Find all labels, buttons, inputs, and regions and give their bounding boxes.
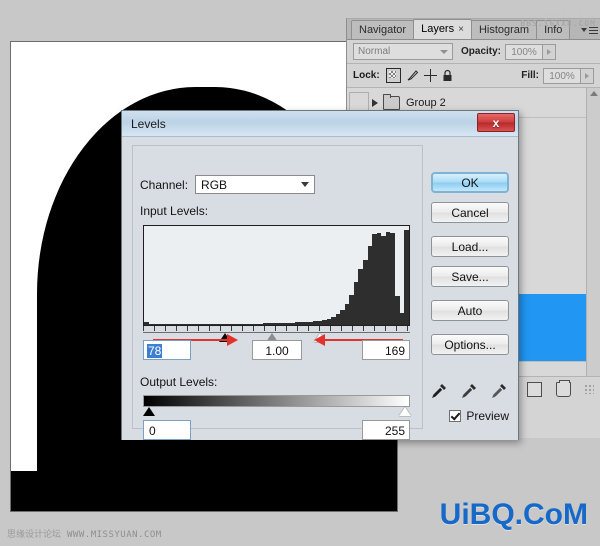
auto-button[interactable]: Auto bbox=[431, 300, 509, 321]
photoshop-screenshot: Navigator Layers × Histogram Info Normal … bbox=[0, 0, 600, 546]
panel-menu-triangle-icon bbox=[581, 28, 587, 32]
vertical-scrollbar[interactable] bbox=[586, 88, 600, 376]
tab-layers[interactable]: Layers × bbox=[413, 19, 472, 39]
fill-label: Fill: bbox=[521, 70, 539, 81]
set-black-point-eyedropper-icon[interactable] bbox=[429, 381, 449, 401]
panel-watermark: rgsyizibuz BBS.16XX8.COM bbox=[520, 10, 596, 28]
load-button[interactable]: Load... bbox=[431, 236, 509, 257]
input-slider-track[interactable] bbox=[143, 326, 410, 346]
output-white-field[interactable]: 255 bbox=[362, 420, 410, 440]
tab-navigator-label: Navigator bbox=[359, 24, 407, 36]
set-gray-point-eyedropper-icon[interactable] bbox=[459, 381, 479, 401]
input-shadow-field[interactable]: 78 bbox=[143, 340, 191, 360]
tab-navigator[interactable]: Navigator bbox=[351, 20, 415, 39]
preview-label: Preview bbox=[466, 409, 509, 423]
output-black-field[interactable]: 0 bbox=[143, 420, 191, 440]
panel-watermark-line2: BBS.16XX8.COM bbox=[520, 19, 596, 28]
lock-position-icon[interactable] bbox=[423, 69, 437, 82]
close-icon[interactable]: x bbox=[477, 113, 515, 132]
options-button[interactable]: Options... bbox=[431, 334, 509, 355]
canvas-bottom-band bbox=[11, 471, 397, 511]
blend-mode-value: Normal bbox=[358, 46, 391, 57]
channel-select[interactable]: RGB bbox=[195, 175, 316, 194]
chevron-down-icon bbox=[440, 49, 448, 54]
dialog-body: Channel: RGB Input Levels: 78 1.00 169 O… bbox=[122, 137, 518, 440]
lock-all-icon[interactable] bbox=[442, 69, 453, 82]
dialog-title-bar[interactable]: Levels x bbox=[122, 111, 518, 137]
chevron-right-icon bbox=[585, 72, 589, 79]
levels-dialog[interactable]: Levels x Channel: RGB Input Levels: 78 1… bbox=[121, 110, 519, 440]
resize-grip-icon[interactable] bbox=[585, 385, 594, 394]
input-levels-values[interactable]: 78 1.00 169 bbox=[143, 340, 410, 360]
blend-mode-select[interactable]: Normal bbox=[353, 43, 453, 60]
fill-input[interactable]: 100% bbox=[543, 67, 581, 84]
lock-transparent-pixels-icon[interactable] bbox=[385, 68, 401, 83]
dialog-title: Levels bbox=[131, 116, 166, 131]
histogram-chart[interactable] bbox=[143, 225, 410, 326]
channel-value: RGB bbox=[201, 177, 228, 192]
opacity-label: Opacity: bbox=[461, 46, 502, 57]
input-midtone-field[interactable]: 1.00 bbox=[252, 340, 302, 360]
ok-button[interactable]: OK bbox=[431, 172, 509, 193]
new-layer-icon[interactable] bbox=[527, 382, 542, 397]
tab-layers-label: Layers bbox=[421, 23, 455, 35]
output-white-slider-handle[interactable] bbox=[399, 407, 411, 416]
chevron-down-icon bbox=[301, 182, 310, 187]
channel-row[interactable]: Channel: RGB bbox=[140, 175, 316, 194]
panel-watermark-line1: rgsyizibuz bbox=[537, 10, 596, 19]
blend-mode-row[interactable]: Normal Opacity: 100% bbox=[347, 40, 600, 64]
slider-ticks bbox=[143, 326, 410, 331]
bottom-left-watermark: 思缘设计论坛 WWW.MISSYUAN.COM bbox=[7, 527, 162, 540]
chevron-right-icon[interactable] bbox=[372, 98, 378, 107]
channel-label: Channel: bbox=[140, 177, 189, 192]
preview-checkbox-row[interactable]: Preview bbox=[449, 409, 509, 423]
set-white-point-eyedropper-icon[interactable] bbox=[489, 381, 509, 401]
save-button[interactable]: Save... bbox=[431, 266, 509, 287]
dialog-button-column[interactable]: OK Cancel Load... Save... Auto Options..… bbox=[431, 172, 509, 368]
eyedropper-tool-group[interactable] bbox=[429, 381, 509, 401]
folder-icon bbox=[383, 93, 400, 110]
output-levels-label: Output Levels: bbox=[140, 375, 218, 389]
preview-checkbox[interactable] bbox=[449, 410, 462, 422]
layer-name: Group 2 bbox=[406, 96, 446, 109]
opacity-stepper[interactable] bbox=[543, 43, 557, 60]
output-levels-values[interactable]: 0 255 bbox=[143, 420, 410, 440]
lock-row[interactable]: Lock: Fill: 100% bbox=[347, 64, 600, 88]
input-highlight-field[interactable]: 169 bbox=[362, 340, 410, 360]
histogram-bars bbox=[144, 226, 409, 325]
opacity-input[interactable]: 100% bbox=[505, 43, 544, 60]
output-black-slider-handle[interactable] bbox=[143, 407, 155, 416]
output-slider-track[interactable] bbox=[143, 407, 411, 417]
chevron-right-icon bbox=[547, 48, 552, 55]
input-levels-label: Input Levels: bbox=[140, 204, 209, 218]
output-gradient-bar bbox=[143, 395, 410, 407]
uibq-watermark: UiBQ.CoM bbox=[439, 498, 588, 531]
fill-stepper[interactable] bbox=[581, 67, 594, 84]
scroll-up-icon[interactable] bbox=[589, 91, 598, 96]
watermark-chinese-text: 思缘设计论坛 bbox=[7, 530, 62, 540]
input-shadow-value: 78 bbox=[147, 344, 163, 358]
lock-image-pixels-icon[interactable] bbox=[406, 69, 419, 82]
watermark-url: WWW.MISSYUAN.COM bbox=[67, 530, 162, 540]
lock-label: Lock: bbox=[353, 70, 380, 81]
delete-layer-icon[interactable] bbox=[556, 380, 571, 397]
tab-close-icon[interactable]: × bbox=[458, 24, 464, 35]
cancel-button[interactable]: Cancel bbox=[431, 202, 509, 223]
